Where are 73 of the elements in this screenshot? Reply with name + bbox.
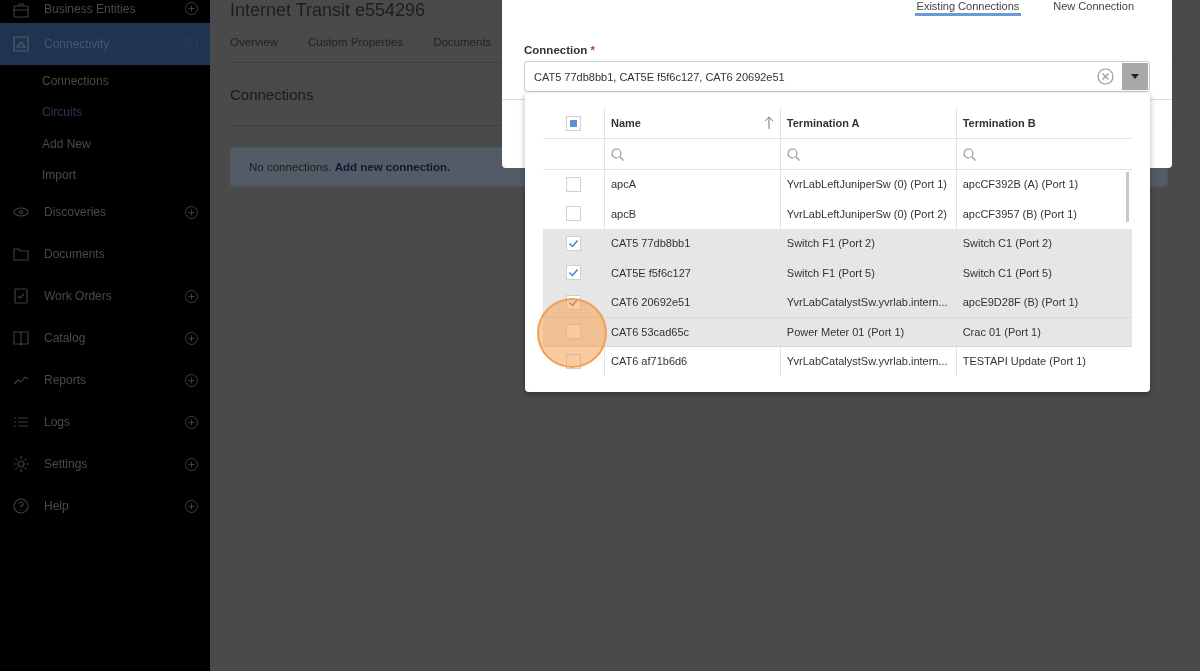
row-checkbox[interactable] bbox=[566, 294, 581, 310]
sidebar-item[interactable]: Documents bbox=[0, 233, 210, 275]
sidebar-item[interactable]: Settings bbox=[0, 443, 210, 485]
row-checkbox[interactable] bbox=[566, 235, 581, 251]
expand-icon[interactable] bbox=[185, 373, 198, 387]
sidebar-item[interactable]: Reports bbox=[0, 359, 210, 401]
dialog-tab[interactable]: Existing Connections bbox=[914, 0, 1022, 16]
table-cell: CAT6 af71b6d6 bbox=[604, 346, 781, 376]
column-header[interactable]: Termination B bbox=[956, 108, 1132, 139]
select-all-checkbox[interactable] bbox=[566, 115, 581, 131]
row-checkbox[interactable] bbox=[566, 206, 581, 222]
expand-icon[interactable] bbox=[185, 289, 198, 303]
sidebar-subitem[interactable]: Import bbox=[0, 159, 210, 191]
expand-icon[interactable] bbox=[185, 457, 198, 471]
table-cell: YvrLabLeftJuniperSw (0) (Port 2) bbox=[780, 199, 957, 229]
clear-icon[interactable] bbox=[1097, 68, 1114, 85]
required-mark: * bbox=[590, 44, 595, 56]
dialog-tab[interactable]: New Connection bbox=[1051, 0, 1136, 16]
table-cell: CAT5 77db8bb1 bbox=[604, 228, 781, 258]
sidebar-subitem[interactable]: Circuits bbox=[0, 96, 210, 128]
search-icon[interactable] bbox=[611, 147, 624, 161]
row-checkbox[interactable] bbox=[566, 353, 581, 369]
check-icon bbox=[568, 237, 579, 249]
briefcase-icon bbox=[12, 2, 30, 20]
table-cell: apcE9D28F (B) (Port 1) bbox=[956, 287, 1132, 317]
dropdown-button[interactable] bbox=[1122, 63, 1148, 90]
table-cell: apcA bbox=[604, 169, 781, 199]
check-icon bbox=[568, 267, 579, 279]
sidebar-subitem[interactable]: Connections bbox=[0, 65, 210, 97]
search-icon[interactable] bbox=[962, 147, 976, 161]
table-cell: TESTAPI Update (Port 1) bbox=[956, 346, 1132, 376]
table-cell: Switch C1 (Port 2) bbox=[956, 228, 1132, 258]
sidebar-item[interactable]: Logs bbox=[0, 401, 210, 443]
sidebar-item[interactable]: Business Entities bbox=[0, 0, 210, 23]
column-header[interactable]: Termination A bbox=[780, 108, 957, 139]
sort-up-icon[interactable] bbox=[763, 116, 774, 130]
table-cell: YvrLabCatalystSw.yvrlab.intern... bbox=[780, 346, 957, 376]
row-checkbox[interactable] bbox=[566, 176, 581, 192]
folder-icon bbox=[12, 245, 30, 263]
expand-icon[interactable] bbox=[185, 415, 198, 429]
sidebar-subitem[interactable]: Add New bbox=[0, 128, 210, 160]
book-icon bbox=[12, 329, 30, 347]
table-cell: Switch F1 (Port 2) bbox=[780, 228, 957, 258]
expand-icon[interactable] bbox=[185, 499, 198, 513]
connection-select[interactable]: CAT5 77db8bb1, CAT5E f5f6c127, CAT6 20692e51 bbox=[524, 61, 1150, 92]
table-cell: Power Meter 01 (Port 1) bbox=[780, 317, 957, 347]
sidebar-item[interactable]: Help bbox=[0, 485, 210, 527]
table-cell: apcB bbox=[604, 199, 781, 229]
table-cell: CAT6 53cad65c bbox=[604, 317, 781, 347]
table-cell: CAT6 20692e51 bbox=[604, 287, 781, 317]
help-icon bbox=[12, 497, 30, 515]
sidebar-item[interactable]: Discoveries bbox=[0, 191, 210, 233]
search-icon[interactable] bbox=[786, 147, 800, 161]
clipboard-icon bbox=[12, 287, 30, 305]
collapse-icon[interactable] bbox=[185, 37, 198, 51]
table-cell: Crac 01 (Port 1) bbox=[956, 317, 1132, 347]
table-cell: YvrLabLeftJuniperSw (0) (Port 1) bbox=[780, 169, 957, 199]
sidebar-item[interactable]: Work Orders bbox=[0, 275, 210, 317]
table-cell: Switch F1 (Port 5) bbox=[780, 258, 957, 288]
expand-icon[interactable] bbox=[185, 205, 198, 219]
table-cell: YvrLabCatalystSw.yvrlab.intern... bbox=[780, 287, 957, 317]
row-checkbox[interactable] bbox=[566, 265, 581, 281]
table-cell: CAT5E f5f6c127 bbox=[604, 258, 781, 288]
table-cell: Switch C1 (Port 5) bbox=[956, 258, 1132, 288]
scrollbar[interactable] bbox=[1126, 172, 1129, 222]
sidebar-item[interactable]: Catalog bbox=[0, 317, 210, 359]
check-icon bbox=[568, 296, 579, 308]
expand-icon[interactable] bbox=[185, 2, 198, 15]
settings-icon bbox=[12, 455, 30, 473]
expand-icon[interactable] bbox=[185, 331, 198, 345]
caret-icon bbox=[1131, 74, 1139, 79]
field-label: Connection bbox=[524, 44, 588, 56]
column-header[interactable]: Name bbox=[604, 108, 781, 139]
